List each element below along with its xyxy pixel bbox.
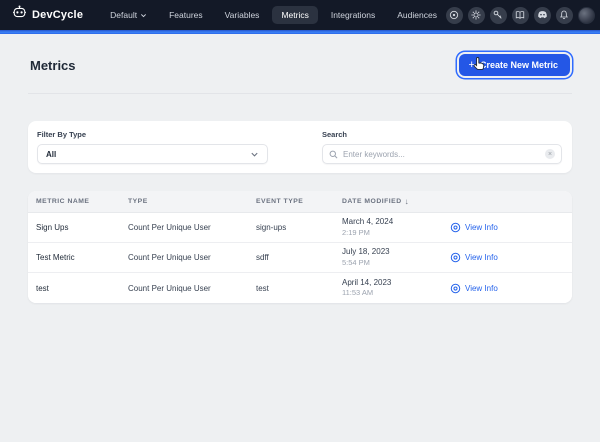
metrics-table: METRIC NAME TYPE EVENT TYPE DATE MODIFIE…	[28, 191, 572, 303]
view-info-link[interactable]: View Info	[450, 283, 564, 294]
metric-type: Count Per Unique User	[128, 253, 256, 262]
nav-item-integrations[interactable]: Integrations	[322, 6, 384, 24]
nav-items: Default Features Variables Metrics Integ…	[101, 6, 446, 24]
search-group: Search ×	[322, 130, 562, 164]
discord-icon[interactable]	[534, 7, 551, 24]
table-row[interactable]: Sign Ups Count Per Unique User sign-ups …	[28, 213, 572, 243]
filter-by-type-group: Filter By Type All	[37, 130, 268, 164]
header-divider	[28, 93, 572, 94]
devcycle-robot-logo-icon	[12, 5, 27, 25]
page-header: Metrics + Create New Metric	[0, 34, 600, 80]
col-header-date-modified[interactable]: DATE MODIFIED ↓	[342, 197, 450, 206]
event-type: test	[256, 284, 342, 293]
main-content: Metrics + Create New Metric Filter By Ty…	[0, 34, 600, 442]
type-filter-value: All	[46, 150, 56, 159]
search-label: Search	[322, 130, 562, 139]
filter-card: Filter By Type All Search ×	[28, 121, 572, 173]
clear-search-icon[interactable]: ×	[545, 149, 555, 159]
event-type: sign-ups	[256, 223, 342, 232]
col-header-type[interactable]: TYPE	[128, 198, 256, 205]
brand-name: DevCycle	[32, 9, 83, 21]
type-filter-select[interactable]: All	[37, 144, 268, 164]
nav-item-features[interactable]: Features	[160, 6, 212, 24]
create-new-metric-label: Create New Metric	[480, 60, 558, 70]
metric-type: Count Per Unique User	[128, 223, 256, 232]
docs-book-icon[interactable]	[512, 7, 529, 24]
date-modified: March 4, 2024 2:19 PM	[342, 217, 450, 238]
chevron-down-icon	[250, 150, 259, 159]
date-modified: July 18, 2023 5:54 PM	[342, 247, 450, 268]
filter-by-type-label: Filter By Type	[37, 130, 268, 139]
search-input[interactable]	[343, 150, 540, 159]
metric-name: test	[36, 284, 128, 293]
key-icon[interactable]	[490, 7, 507, 24]
brand[interactable]: DevCycle	[12, 5, 83, 25]
view-info-link[interactable]: View Info	[450, 222, 564, 233]
nav-item-variables[interactable]: Variables	[216, 6, 269, 24]
create-new-metric-button[interactable]: + Create New Metric	[459, 54, 570, 76]
chevron-down-icon	[140, 12, 147, 19]
target-icon[interactable]	[446, 7, 463, 24]
table-row[interactable]: Test Metric Count Per Unique User sdff J…	[28, 243, 572, 273]
bell-icon[interactable]	[556, 7, 573, 24]
search-box: ×	[322, 144, 562, 164]
nav-item-audiences[interactable]: Audiences	[388, 6, 446, 24]
user-avatar[interactable]	[578, 7, 595, 24]
eye-icon	[450, 222, 461, 233]
page-title: Metrics	[30, 58, 76, 73]
view-info-link[interactable]: View Info	[450, 252, 564, 263]
col-header-metric-name[interactable]: METRIC NAME	[36, 198, 128, 205]
nav-right-icons	[446, 7, 595, 24]
metric-name: Test Metric	[36, 253, 128, 262]
col-header-event-type[interactable]: EVENT TYPE	[256, 198, 342, 205]
top-nav: DevCycle Default Features Variables Metr…	[0, 0, 600, 30]
metric-name: Sign Ups	[36, 223, 128, 232]
nav-item-default-project[interactable]: Default	[101, 6, 156, 24]
search-icon	[329, 150, 338, 159]
gear-icon[interactable]	[468, 7, 485, 24]
plus-icon: +	[469, 61, 475, 69]
table-row[interactable]: test Count Per Unique User test April 14…	[28, 273, 572, 303]
eye-icon	[450, 283, 461, 294]
date-modified: April 14, 2023 11:53 AM	[342, 278, 450, 299]
event-type: sdff	[256, 253, 342, 262]
sort-desc-icon: ↓	[405, 197, 410, 206]
metric-type: Count Per Unique User	[128, 284, 256, 293]
table-header-row: METRIC NAME TYPE EVENT TYPE DATE MODIFIE…	[28, 191, 572, 213]
nav-item-metrics[interactable]: Metrics	[272, 6, 317, 24]
eye-icon	[450, 252, 461, 263]
